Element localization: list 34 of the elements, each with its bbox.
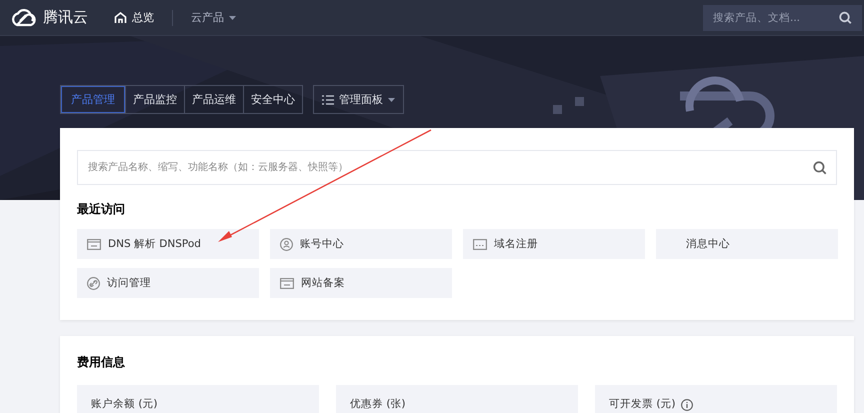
brand-name[interactable]: 腾讯云 <box>43 8 88 27</box>
recent-item[interactable]: 访问管理 <box>77 268 259 298</box>
tab[interactable]: 产品监控 <box>125 86 184 113</box>
search-icon <box>839 11 852 24</box>
search-icon <box>813 160 827 174</box>
recent-item[interactable]: 网站备案 <box>270 268 452 298</box>
cloud-logo-icon[interactable] <box>10 8 38 26</box>
monitor-icon <box>280 278 294 288</box>
product-search-field[interactable]: 搜索产品名称、缩写、功能名称（如：云服务器、快照等） <box>77 150 837 185</box>
user-icon <box>280 238 293 250</box>
home-icon <box>114 12 127 24</box>
section-title: 最近访问 <box>77 201 126 218</box>
link-icon <box>87 276 100 290</box>
stat-label: 优惠券 (张) <box>350 398 406 411</box>
monitor-icon <box>87 238 101 250</box>
list-icon <box>322 94 334 104</box>
caret-icon <box>229 16 236 20</box>
recent-item[interactable]: 消息中心 <box>656 229 838 259</box>
recent-item[interactable]: DNS 解析 DNSPod <box>77 229 259 259</box>
domain-icon <box>473 238 487 250</box>
stat-label: 可开发票 (元) <box>609 398 676 411</box>
tab[interactable]: 产品管理 <box>61 86 125 113</box>
tab[interactable]: 安全中心 <box>243 86 302 113</box>
tab[interactable]: 产品运维 <box>184 86 243 113</box>
caret-icon <box>388 98 395 102</box>
recent-item[interactable]: 域名注册 <box>463 229 645 259</box>
overview-link[interactable]: 总览 <box>114 10 154 25</box>
stat-label: 账户余额 (元) <box>91 398 158 411</box>
info-icon[interactable] <box>680 399 693 411</box>
products-menu[interactable]: 云产品 <box>191 10 236 25</box>
search-field[interactable]: 搜索产品、文档... <box>703 4 862 30</box>
section-title: 费用信息 <box>77 354 126 371</box>
dashboard-menu-button[interactable]: 管理面板 <box>313 85 404 114</box>
recent-item[interactable]: 账号中心 <box>270 229 452 259</box>
